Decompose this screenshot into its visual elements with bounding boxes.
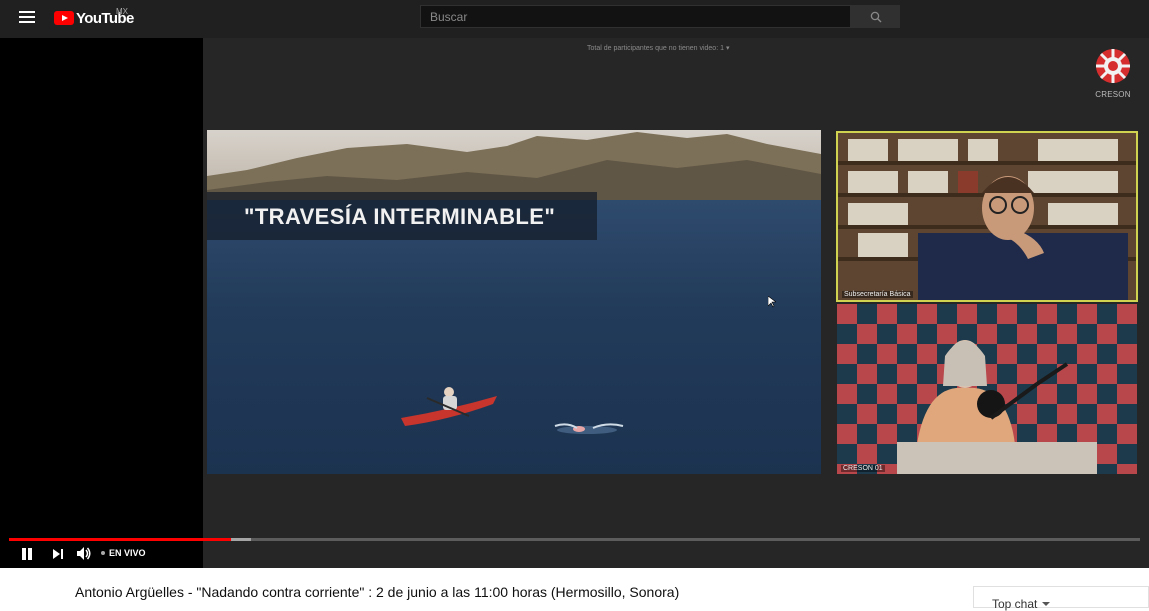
progress-bar[interactable] [9,538,1140,541]
live-chat-panel: Top chat [973,586,1149,611]
next-icon[interactable] [52,548,64,560]
mouse-cursor-icon [768,296,776,308]
caret-down-icon [1042,602,1051,606]
search-icon [870,11,881,22]
participant-camera-host: CRESON 01 [837,304,1137,474]
creson-emblem-icon [1096,49,1130,83]
pause-icon[interactable] [21,548,33,560]
country-code: MX [116,7,128,16]
youtube-play-icon [54,11,74,25]
video-title: Antonio Argüelles - "Nadando contra corr… [75,584,680,600]
chat-mode-dropdown[interactable]: Top chat [992,597,1051,611]
presentation-slide: "TRAVESÍA INTERMINABLE" [207,130,821,474]
participant-name: CRESON 01 [841,465,885,472]
live-label: EN VIVO [109,548,146,558]
progress-played [9,538,231,541]
search-input[interactable]: Buscar [420,5,851,28]
live-badge[interactable]: EN VIVO [101,548,146,558]
youtube-logo[interactable]: YouTube MX [54,7,134,27]
slide-title: "TRAVESÍA INTERMINABLE" [244,204,556,229]
water-image [207,200,821,474]
creson-label: CRESON [1095,90,1131,99]
bookshelf-image [838,133,1136,300]
live-dot-icon [101,551,105,555]
search-button[interactable] [851,5,900,28]
volume-icon[interactable] [76,546,92,561]
participant-camera-speaker: Subsecretaría Básica [836,131,1138,302]
masthead: YouTube MX Buscar [0,0,1149,38]
swimmer-image [554,423,624,434]
video-frame[interactable]: Total de participantes que no tienen vid… [203,38,1149,568]
video-player[interactable]: Total de participantes que no tienen vid… [0,38,1149,568]
hamburger-menu-icon[interactable] [19,11,35,23]
kayak-image [401,387,497,426]
chat-mode-label: Top chat [992,597,1038,611]
participants-notice: Total de participantes que no tienen vid… [587,45,730,52]
participant-name: Subsecretaría Básica [842,291,913,298]
creson-logo: CRESON [1093,48,1133,100]
studio-background-image [837,304,1137,474]
